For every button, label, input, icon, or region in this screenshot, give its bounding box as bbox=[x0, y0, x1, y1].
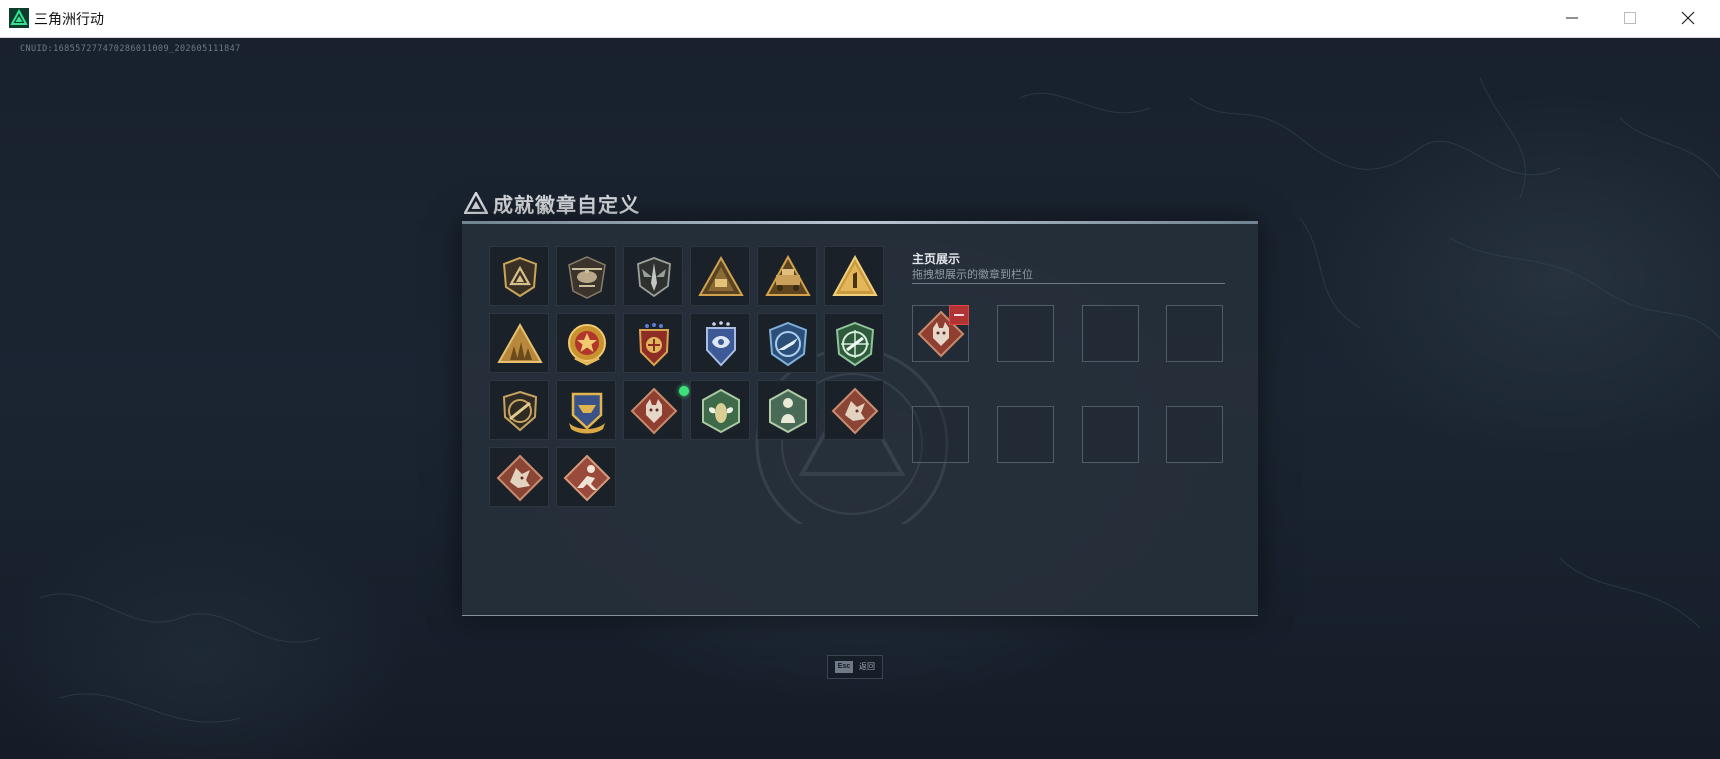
green-target-badge-icon bbox=[835, 321, 875, 367]
helicopter-badge-icon bbox=[568, 256, 606, 299]
dragon-diamond-badge-icon bbox=[831, 387, 879, 435]
minimize-button[interactable] bbox=[1545, 0, 1601, 37]
delta-logo-icon bbox=[9, 8, 29, 28]
badge-cell[interactable] bbox=[757, 380, 817, 440]
badge-cell[interactable] bbox=[489, 246, 549, 306]
showcase-title: 主页展示 bbox=[912, 252, 961, 266]
badge-cell[interactable] bbox=[824, 380, 884, 440]
star-medal-badge-icon bbox=[568, 324, 606, 366]
badge-cell[interactable] bbox=[489, 380, 549, 440]
scroll-crest-badge-icon bbox=[569, 392, 605, 434]
badge-cell[interactable] bbox=[623, 246, 683, 306]
back-label: 返回 bbox=[859, 662, 875, 671]
showcase-slot-5[interactable] bbox=[912, 406, 969, 463]
window-titlebar: 三角洲行动 bbox=[0, 0, 1720, 38]
blue-aircraft-badge-icon bbox=[768, 321, 808, 367]
badge-customize-panel: 主页展示 拖拽想展示的徽章到栏位 bbox=[462, 221, 1258, 616]
badge-cell[interactable] bbox=[757, 246, 817, 306]
divider bbox=[912, 283, 1225, 284]
maximize-icon bbox=[1624, 12, 1636, 24]
badge-cell[interactable] bbox=[690, 246, 750, 306]
fighter-diamond-badge-icon bbox=[563, 454, 611, 502]
close-icon bbox=[1681, 11, 1695, 25]
hornet-hexagon-badge-icon bbox=[702, 388, 740, 434]
new-indicator-dot bbox=[679, 386, 689, 396]
crest-stars-badge-icon bbox=[638, 323, 670, 367]
showcase-slot-3[interactable] bbox=[1082, 305, 1139, 362]
showcase-slot-2[interactable] bbox=[997, 305, 1054, 362]
triangle-vehicle-badge-icon bbox=[765, 254, 811, 296]
showcase-slot-1[interactable] bbox=[912, 305, 969, 362]
back-button[interactable]: Esc 返回 bbox=[827, 655, 883, 679]
showcase-slot-6[interactable] bbox=[997, 406, 1054, 463]
delta-logo-icon bbox=[464, 192, 488, 214]
badge-cell[interactable] bbox=[489, 447, 549, 507]
showcase-slot-8[interactable] bbox=[1166, 406, 1223, 463]
maximize-button[interactable] bbox=[1603, 0, 1659, 37]
badge-cell[interactable] bbox=[690, 313, 750, 373]
runner-hexagon-badge-icon bbox=[769, 388, 807, 434]
showcase-subtitle: 拖拽想展示的徽章到栏位 bbox=[912, 269, 1033, 281]
dragon-diamond-badge-icon bbox=[496, 454, 544, 502]
showcase-slot-4[interactable] bbox=[1166, 305, 1223, 362]
remove-badge-button[interactable] bbox=[949, 305, 969, 325]
blue-eagle-badge-icon bbox=[706, 321, 736, 367]
window-title: 三角洲行动 bbox=[34, 11, 104, 27]
badge-cell[interactable] bbox=[556, 447, 616, 507]
rifle-shield-badge-icon bbox=[502, 390, 538, 432]
badge-cell[interactable] bbox=[824, 246, 884, 306]
badge-cell[interactable] bbox=[824, 313, 884, 373]
badge-cell[interactable] bbox=[556, 246, 616, 306]
minimize-icon bbox=[1566, 17, 1578, 19]
badge-cell[interactable] bbox=[489, 313, 549, 373]
triangle-soldiers-badge-icon bbox=[497, 322, 543, 363]
showcase-slot-7[interactable] bbox=[1082, 406, 1139, 463]
badge-cell[interactable] bbox=[623, 313, 683, 373]
panel-title: 成就徽章自定义 bbox=[493, 195, 640, 217]
badge-cell[interactable] bbox=[757, 313, 817, 373]
badge-cell[interactable] bbox=[623, 380, 689, 440]
shield-triangle-badge-icon bbox=[502, 256, 538, 298]
wolf-diamond-badge-icon bbox=[630, 387, 678, 435]
triangle-pyramid-badge-icon bbox=[698, 255, 744, 296]
winged-dagger-badge-icon bbox=[637, 257, 671, 298]
badge-cell[interactable] bbox=[690, 380, 750, 440]
close-button[interactable] bbox=[1661, 0, 1717, 37]
badge-cell[interactable] bbox=[556, 313, 616, 373]
esc-key-hint: Esc bbox=[835, 661, 853, 673]
game-viewport: CNUID:168557277470286011009_202605111847… bbox=[0, 38, 1720, 759]
triangle-number-one-badge-icon bbox=[832, 254, 878, 296]
user-id-text: CNUID:168557277470286011009_202605111847 bbox=[20, 44, 241, 54]
badge-cell[interactable] bbox=[556, 380, 616, 440]
